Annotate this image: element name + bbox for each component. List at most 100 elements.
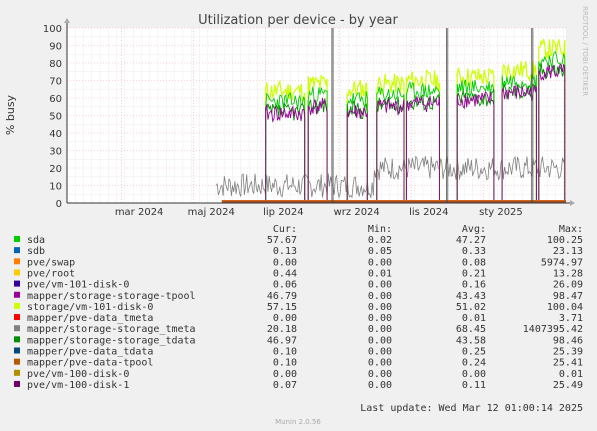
legend-name-sdb: sdb xyxy=(27,246,45,257)
legend-swatch-mapper-pve-data-tdata xyxy=(14,347,20,354)
x-tick-label: lip 2024 xyxy=(263,207,304,218)
x-tick-label: wrz 2024 xyxy=(334,207,380,218)
grid xyxy=(67,27,566,203)
x-tick-label: sty 2025 xyxy=(479,207,523,218)
legend-min-storage-vm-101-disk-0: 0.00 xyxy=(368,302,392,313)
legend-name-pve-root: pve/root xyxy=(27,268,75,279)
legend-cur-pve-vm-101-disk-0: 0.06 xyxy=(273,280,297,291)
legend-cur-pve-vm-100-disk-1: 0.07 xyxy=(273,380,297,391)
legend-name-mapper-pve-data-tmeta: mapper/pve-data_tmeta xyxy=(27,313,153,324)
legend-max-sdb: 23.13 xyxy=(553,246,583,257)
legend-avg-sdb: 0.33 xyxy=(462,246,486,257)
legend-max-mapper-pve-data-tpool: 25.41 xyxy=(553,358,583,369)
legend-avg-mapper-pve-data-tpool: 0.24 xyxy=(462,358,486,369)
legend-header-max: Max: xyxy=(559,224,583,235)
legend-cur-sda: 57.67 xyxy=(267,235,297,246)
legend-swatch-mapper-pve-data-tpool xyxy=(14,358,20,365)
legend-min-sdb: 0.05 xyxy=(368,246,392,257)
legend-swatch-pve-swap xyxy=(14,258,20,265)
legend-min-mapper-storage-storage-tdata: 0.00 xyxy=(368,335,392,346)
legend-name-pve-vm-100-disk-0: pve/vm-100-disk-0 xyxy=(27,369,129,380)
legend-cur-pve-vm-100-disk-0: 0.00 xyxy=(273,369,297,380)
footer-version: Munin 2.0.56 xyxy=(275,418,321,426)
legend-swatch-mapper-pve-data-tmeta xyxy=(14,314,20,321)
legend-min-mapper-storage-storage-tmeta: 0.00 xyxy=(368,324,392,335)
y-tick-label: 20 xyxy=(49,164,62,175)
y-tick-label: 90 xyxy=(49,42,62,53)
legend-max-mapper-pve-data-tmeta: 3.71 xyxy=(559,313,583,324)
legend-header-min: Min: xyxy=(368,224,392,235)
legend-avg-mapper-pve-data-tdata: 0.25 xyxy=(462,347,486,358)
legend-max-mapper-storage-storage-tdata: 98.46 xyxy=(553,335,583,346)
y-tick-label: 0 xyxy=(56,199,62,210)
legend-header-cur: Cur: xyxy=(273,224,297,235)
y-axis-label: % busy xyxy=(4,94,17,135)
legend-swatch-mapper-storage-storage-tpool xyxy=(14,291,20,298)
legend-cur-mapper-pve-data-tpool: 0.10 xyxy=(273,358,297,369)
legend-avg-pve-vm-100-disk-0: 0.00 xyxy=(462,369,486,380)
chart: 0 10 20 30 40 50 60 70 80 90 100 mar 2024 maj 2024 li… xyxy=(0,0,597,431)
legend-swatch-mapper-storage-storage-tmeta xyxy=(14,325,20,332)
legend-max-pve-root: 13.28 xyxy=(553,268,583,279)
y-tick-label: 80 xyxy=(49,59,62,70)
legend-avg-sda: 47.27 xyxy=(456,235,486,246)
legend-avg-mapper-storage-storage-tmeta: 68.45 xyxy=(456,324,486,335)
legend-avg-pve-vm-101-disk-0: 0.16 xyxy=(462,280,486,291)
legend-cur-mapper-storage-storage-tmeta: 20.18 xyxy=(267,324,297,335)
legend-cur-mapper-storage-storage-tdata: 46.97 xyxy=(267,335,297,346)
legend-max-storage-vm-101-disk-0: 100.04 xyxy=(547,302,583,313)
legend-max-sda: 100.25 xyxy=(547,235,583,246)
legend-max-pve-swap: 5974.97 xyxy=(541,257,583,268)
legend-swatch-pve-vm-100-disk-1 xyxy=(14,380,20,387)
legend-avg-pve-vm-100-disk-1: 0.11 xyxy=(462,380,486,391)
x-tick-label: lis 2024 xyxy=(409,207,448,218)
legend-name-mapper-storage-storage-tmeta: mapper/storage-storage_tmeta xyxy=(27,324,196,335)
x-tick-label: maj 2024 xyxy=(188,207,235,218)
legend-min-pve-root: 0.01 xyxy=(368,268,392,279)
legend-header-avg: Avg: xyxy=(462,224,486,235)
legend-max-mapper-pve-data-tdata: 25.39 xyxy=(553,347,583,358)
y-tick-label: 40 xyxy=(49,129,62,140)
legend-cur-mapper-storage-storage-tpool: 46.79 xyxy=(267,291,297,302)
legend-avg-storage-vm-101-disk-0: 51.02 xyxy=(456,302,486,313)
legend-min-mapper-storage-storage-tpool: 0.00 xyxy=(368,291,392,302)
legend-swatch-pve-vm-100-disk-0 xyxy=(14,369,20,376)
legend-swatch-sdb xyxy=(14,247,20,254)
legend-avg-mapper-storage-storage-tpool: 43.43 xyxy=(456,291,486,302)
legend-min-pve-vm-100-disk-0: 0.00 xyxy=(368,369,392,380)
legend-swatch-pve-vm-101-disk-0 xyxy=(14,280,20,287)
legend-swatch-pve-root xyxy=(14,269,20,276)
y-tick-label: 100 xyxy=(43,24,62,35)
legend-swatch-mapper-storage-storage-tdata xyxy=(14,336,20,343)
legend-cur-mapper-pve-data-tdata: 0.10 xyxy=(273,347,297,358)
legend-name-mapper-storage-storage-tdata: mapper/storage-storage_tdata xyxy=(27,335,196,346)
legend-cur-sdb: 0.13 xyxy=(273,246,297,257)
x-tick-label: mar 2024 xyxy=(115,207,164,218)
legend-cur-storage-vm-101-disk-0: 57.15 xyxy=(267,302,297,313)
y-tick-label: 50 xyxy=(49,112,62,123)
y-tick-label: 10 xyxy=(49,182,62,193)
legend-min-pve-vm-101-disk-0: 0.00 xyxy=(368,280,392,291)
legend-avg-mapper-storage-storage-tdata: 43.58 xyxy=(456,335,486,346)
legend-max-mapper-storage-storage-tmeta: 1407395.42 xyxy=(523,324,583,335)
legend-name-pve-vm-100-disk-1: pve/vm-100-disk-1 xyxy=(27,380,129,391)
legend-max-mapper-storage-storage-tpool: 98.47 xyxy=(553,291,583,302)
legend-name-pve-swap: pve/swap xyxy=(27,257,75,268)
legend-name-pve-vm-101-disk-0: pve/vm-101-disk-0 xyxy=(27,280,129,291)
legend-swatch-sda xyxy=(14,236,20,242)
legend-min-sda: 0.02 xyxy=(368,235,392,246)
legend-cur-mapper-pve-data-tmeta: 0.00 xyxy=(273,313,297,324)
side-label: RRDTOOL / TOBI OETIKER xyxy=(581,6,589,96)
legend-cur-pve-swap: 0.00 xyxy=(273,257,297,268)
legend-max-pve-vm-101-disk-0: 26.09 xyxy=(553,280,583,291)
y-tick-label: 60 xyxy=(49,94,62,105)
legend-avg-mapper-pve-data-tmeta: 0.01 xyxy=(462,313,486,324)
legend-cur-pve-root: 0.44 xyxy=(273,268,297,279)
legend-name-mapper-storage-storage-tpool: mapper/storage-storage-tpool xyxy=(27,291,196,302)
legend-min-mapper-pve-data-tpool: 0.00 xyxy=(368,358,392,369)
legend-max-pve-vm-100-disk-0: 0.01 xyxy=(559,369,583,380)
legend-name-sda: sda xyxy=(27,235,45,246)
y-tick-label: 70 xyxy=(49,77,62,88)
legend-avg-pve-root: 0.21 xyxy=(462,268,486,279)
y-tick-label: 30 xyxy=(49,147,62,158)
